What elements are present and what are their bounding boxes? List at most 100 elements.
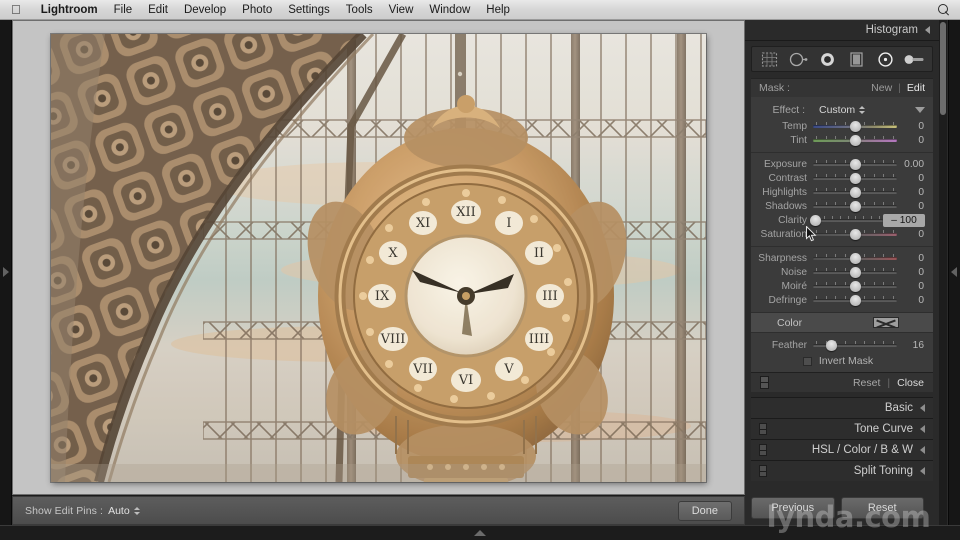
panel-toggle-switch-icon[interactable] [759,444,767,456]
slider-knob-exposure[interactable] [849,159,861,170]
menu-view[interactable]: View [381,0,422,20]
slider-shadows[interactable]: Shadows 0 [751,199,933,213]
right-panel-scrollbar[interactable] [939,20,947,525]
slider-saturation[interactable]: Saturation 0 [751,227,933,241]
slider-knob-feather[interactable] [825,340,837,351]
panel-header-tone-curve[interactable]: Tone Curve [751,418,933,439]
slider-knob-noise[interactable] [849,267,861,278]
slider-temp[interactable]: Temp 0 [751,119,933,133]
menu-lightroom[interactable]: Lightroom [33,0,106,20]
slider-knob-highlights[interactable] [849,187,861,198]
filmstrip-collapse-bar[interactable] [0,525,960,540]
chevron-right-icon[interactable] [3,266,9,277]
slider-value-exposure[interactable]: 0.00 [897,159,927,170]
effect-disclosure-triangle-icon[interactable] [915,107,925,113]
slider-track-shadows[interactable] [813,200,897,212]
slider-value-defringe[interactable]: 0 [897,295,927,306]
spot-removal-tool[interactable] [786,49,811,69]
effect-value[interactable]: Custom [819,104,855,116]
chevron-left-icon[interactable] [920,425,925,433]
slider-track-contrast[interactable] [813,172,897,184]
slider-track-saturation[interactable] [813,228,897,240]
panel-toggle-switch-icon[interactable] [759,423,767,435]
slider-contrast[interactable]: Contrast 0 [751,171,933,185]
menu-window[interactable]: Window [421,0,478,20]
show-edit-pins-stepper-icon[interactable] [133,506,140,515]
crop-overlay-tool[interactable] [757,49,782,69]
slider-value-feather[interactable]: 16 [897,340,927,351]
slider-knob-clarity[interactable] [810,215,822,226]
slider-clarity[interactable]: Clarity – 100 [751,213,933,227]
slider-track-feather[interactable] [813,339,897,351]
slider-track-exposure[interactable] [813,158,897,170]
slider-knob-contrast[interactable] [849,173,861,184]
left-panel-collapse-strip[interactable] [0,20,12,525]
slider-tint[interactable]: Tint 0 [751,133,933,147]
menu-settings[interactable]: Settings [280,0,338,20]
menu-help[interactable]: Help [478,0,518,20]
apple-logo-icon[interactable]:  [11,3,21,16]
menu-photo[interactable]: Photo [234,0,280,20]
mask-edit-button[interactable]: Edit [907,82,925,94]
photo-image[interactable]: XII I II III IIII V VI VII VIII IX X XI [51,33,706,482]
slider-value-highlights[interactable]: 0 [897,187,927,198]
radial-filter-tool[interactable] [873,49,898,69]
effect-stepper-icon[interactable] [859,106,866,114]
slider-knob-temp[interactable] [849,121,861,132]
right-panel-collapse-strip[interactable] [948,20,960,525]
slider-track-noise[interactable] [813,266,897,278]
slider-knob-saturation[interactable] [849,229,861,240]
mask-new-button[interactable]: New [871,82,892,94]
chevron-left-icon[interactable] [920,446,925,454]
right-panel-scrollbar-thumb[interactable] [940,22,946,115]
done-button[interactable]: Done [677,500,732,521]
image-canvas[interactable]: XII I II III IIII V VI VII VIII IX X XI [12,20,745,495]
graduated-filter-tool[interactable] [844,49,869,69]
slider-knob-sharpness[interactable] [849,253,861,264]
menu-tools[interactable]: Tools [338,0,381,20]
slider-exposure[interactable]: Exposure 0.00 [751,157,933,171]
menu-edit[interactable]: Edit [140,0,176,20]
slider-value-moire[interactable]: 0 [897,281,927,292]
slider-track-clarity[interactable] [810,214,883,226]
menu-file[interactable]: File [106,0,141,20]
slider-feather[interactable]: Feather 16 [751,338,933,352]
invert-mask-checkbox[interactable] [802,356,812,366]
slider-value-contrast[interactable]: 0 [897,173,927,184]
slider-track-highlights[interactable] [813,186,897,198]
chevron-left-icon[interactable] [920,467,925,475]
histogram-panel-header[interactable]: Histogram [745,20,939,41]
slider-value-temp[interactable]: 0 [897,121,927,132]
previous-button[interactable]: Previous [751,497,835,519]
slider-highlights[interactable]: Highlights 0 [751,185,933,199]
slider-track-temp[interactable] [813,120,897,132]
red-eye-correction-tool[interactable] [815,49,840,69]
mask-close-button[interactable]: Close [897,377,924,389]
menu-develop[interactable]: Develop [176,0,234,20]
panel-header-hsl-color-bw[interactable]: HSL / Color / B & W [751,439,933,460]
slider-defringe[interactable]: Defringe 0 [751,293,933,307]
slider-value-sharpness[interactable]: 0 [897,253,927,264]
slider-track-sharpness[interactable] [813,252,897,264]
chevron-up-icon[interactable] [474,530,486,536]
slider-knob-tint[interactable] [849,135,861,146]
slider-knob-moire[interactable] [849,281,861,292]
slider-track-tint[interactable] [813,134,897,146]
photo-frame[interactable]: XII I II III IIII V VI VII VIII IX X XI [51,33,706,482]
slider-value-shadows[interactable]: 0 [897,201,927,212]
chevron-left-icon[interactable] [920,404,925,412]
slider-knob-defringe[interactable] [849,295,861,306]
slider-value-tint[interactable]: 0 [897,135,927,146]
show-edit-pins-value[interactable]: Auto [108,505,130,517]
chevron-left-icon[interactable] [925,26,930,34]
slider-moire[interactable]: Moiré 0 [751,279,933,293]
chevron-left-icon[interactable] [951,266,957,277]
mask-reset-button[interactable]: Reset [853,377,880,389]
panel-toggle-switch-icon[interactable] [759,465,767,477]
color-swatch-icon[interactable] [873,317,899,328]
slider-value-saturation[interactable]: 0 [897,229,927,240]
invert-mask-row[interactable]: Invert Mask [745,352,933,368]
panel-header-split-toning[interactable]: Split Toning [751,460,933,481]
panel-toggle-switch-icon[interactable] [760,376,769,389]
reset-button[interactable]: Reset [840,497,924,519]
